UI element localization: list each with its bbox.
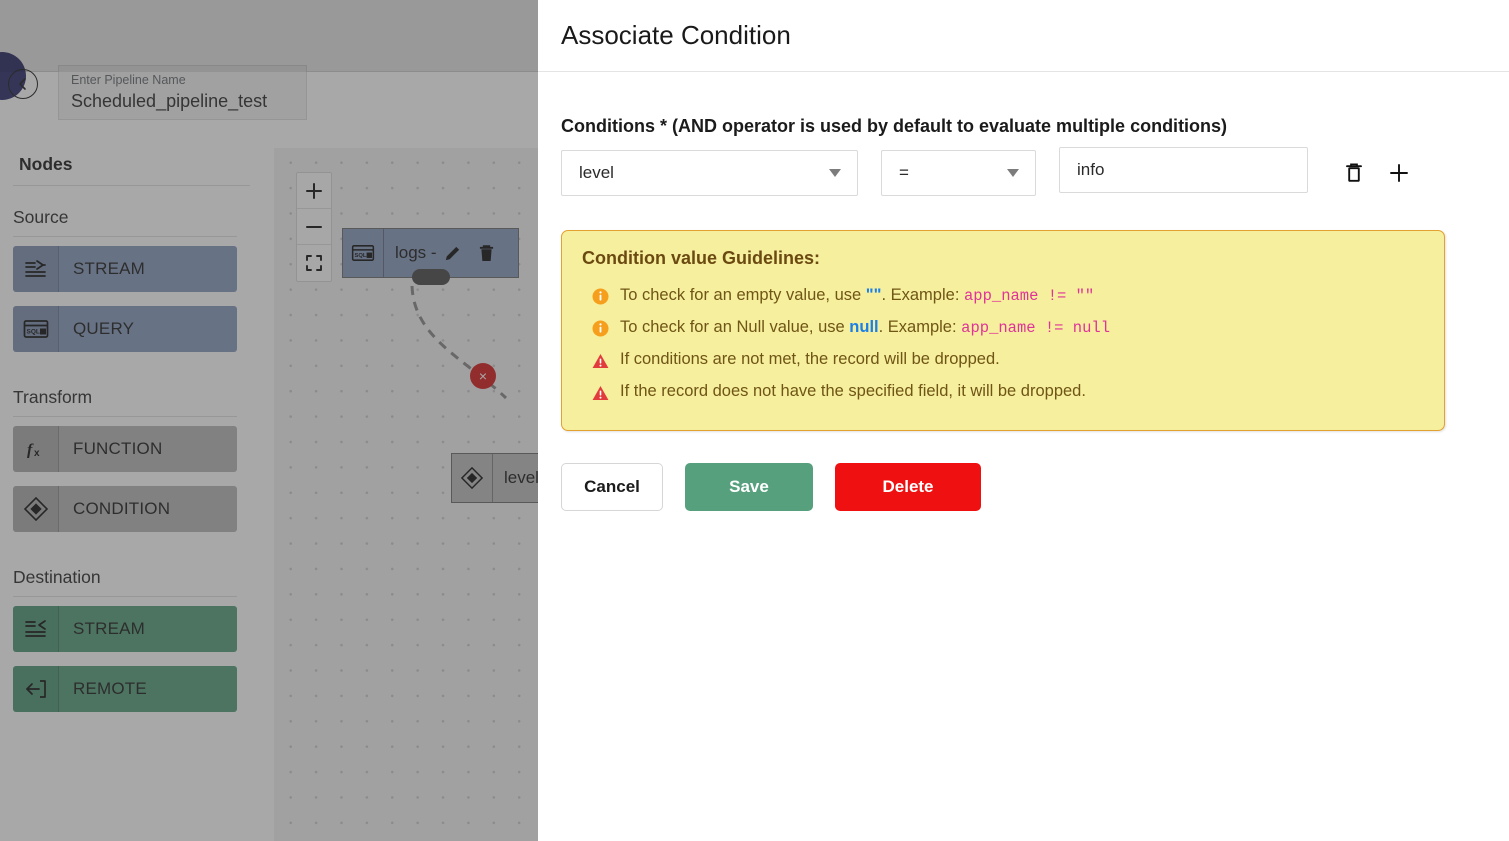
condition-operator-select[interactable]: =	[881, 150, 1036, 196]
condition-field-select[interactable]: level	[561, 150, 858, 196]
guideline-item: If conditions are not met, the record wi…	[582, 346, 1424, 378]
guideline-token: ""	[865, 286, 882, 304]
guideline-code: app_name != ""	[964, 287, 1095, 305]
condition-row: level =	[561, 147, 1486, 196]
panel-header: Associate Condition	[538, 0, 1509, 72]
conditions-label: Conditions * (AND operator is used by de…	[561, 116, 1228, 136]
condition-value-field[interactable]	[1059, 147, 1308, 193]
chevron-down-icon	[1007, 169, 1019, 177]
guideline-code: app_name != null	[961, 319, 1110, 337]
guideline-mid: . Example:	[878, 318, 962, 336]
guideline-text: If conditions are not met, the record wi…	[620, 346, 1000, 373]
info-icon	[592, 319, 609, 346]
associate-condition-panel: Associate Condition Conditions * (AND op…	[538, 0, 1509, 841]
guideline-token: null	[849, 318, 879, 336]
guidelines-title: Condition value Guidelines:	[582, 248, 821, 268]
guideline-pre: If the record does not have the specifie…	[620, 382, 1086, 400]
warning-icon	[592, 383, 609, 410]
guideline-text: To check for an empty value, use "". Exa…	[620, 282, 1094, 310]
guideline-mid: . Example:	[881, 286, 964, 304]
guideline-text: To check for an Null value, use null. Ex…	[620, 314, 1110, 342]
info-icon	[592, 287, 609, 314]
guideline-pre: To check for an Null value, use	[620, 318, 850, 336]
guideline-item: To check for an Null value, use null. Ex…	[582, 314, 1424, 346]
condition-row-actions	[1345, 162, 1409, 183]
save-button[interactable]: Save	[685, 463, 813, 511]
guideline-item: To check for an empty value, use "". Exa…	[582, 282, 1424, 314]
screen: Enter Pipeline Name Scheduled_pipeline_t…	[0, 0, 1509, 841]
cancel-button[interactable]: Cancel	[561, 463, 663, 511]
delete-button[interactable]: Delete	[835, 463, 981, 511]
guideline-pre: If conditions are not met, the record wi…	[620, 350, 1000, 368]
guideline-item: If the record does not have the specifie…	[582, 378, 1424, 410]
page-title: Associate Condition	[561, 20, 791, 50]
modal-backdrop-top	[0, 0, 538, 72]
guideline-text: If the record does not have the specifie…	[620, 378, 1086, 405]
condition-operator-value: =	[899, 163, 909, 182]
condition-guidelines-callout: Condition value Guidelines: To check for…	[561, 230, 1445, 431]
trash-icon[interactable]	[1345, 162, 1363, 183]
condition-field-value: level	[579, 163, 614, 182]
chevron-down-icon	[829, 169, 841, 177]
warning-icon	[592, 351, 609, 378]
guideline-pre: To check for an empty value, use	[620, 286, 866, 304]
panel-body: Conditions * (AND operator is used by de…	[538, 72, 1509, 511]
modal-backdrop[interactable]	[0, 0, 538, 841]
plus-icon[interactable]	[1389, 163, 1409, 183]
condition-value-input[interactable]	[1060, 148, 1307, 192]
panel-actions: Cancel Save Delete	[561, 463, 1486, 511]
